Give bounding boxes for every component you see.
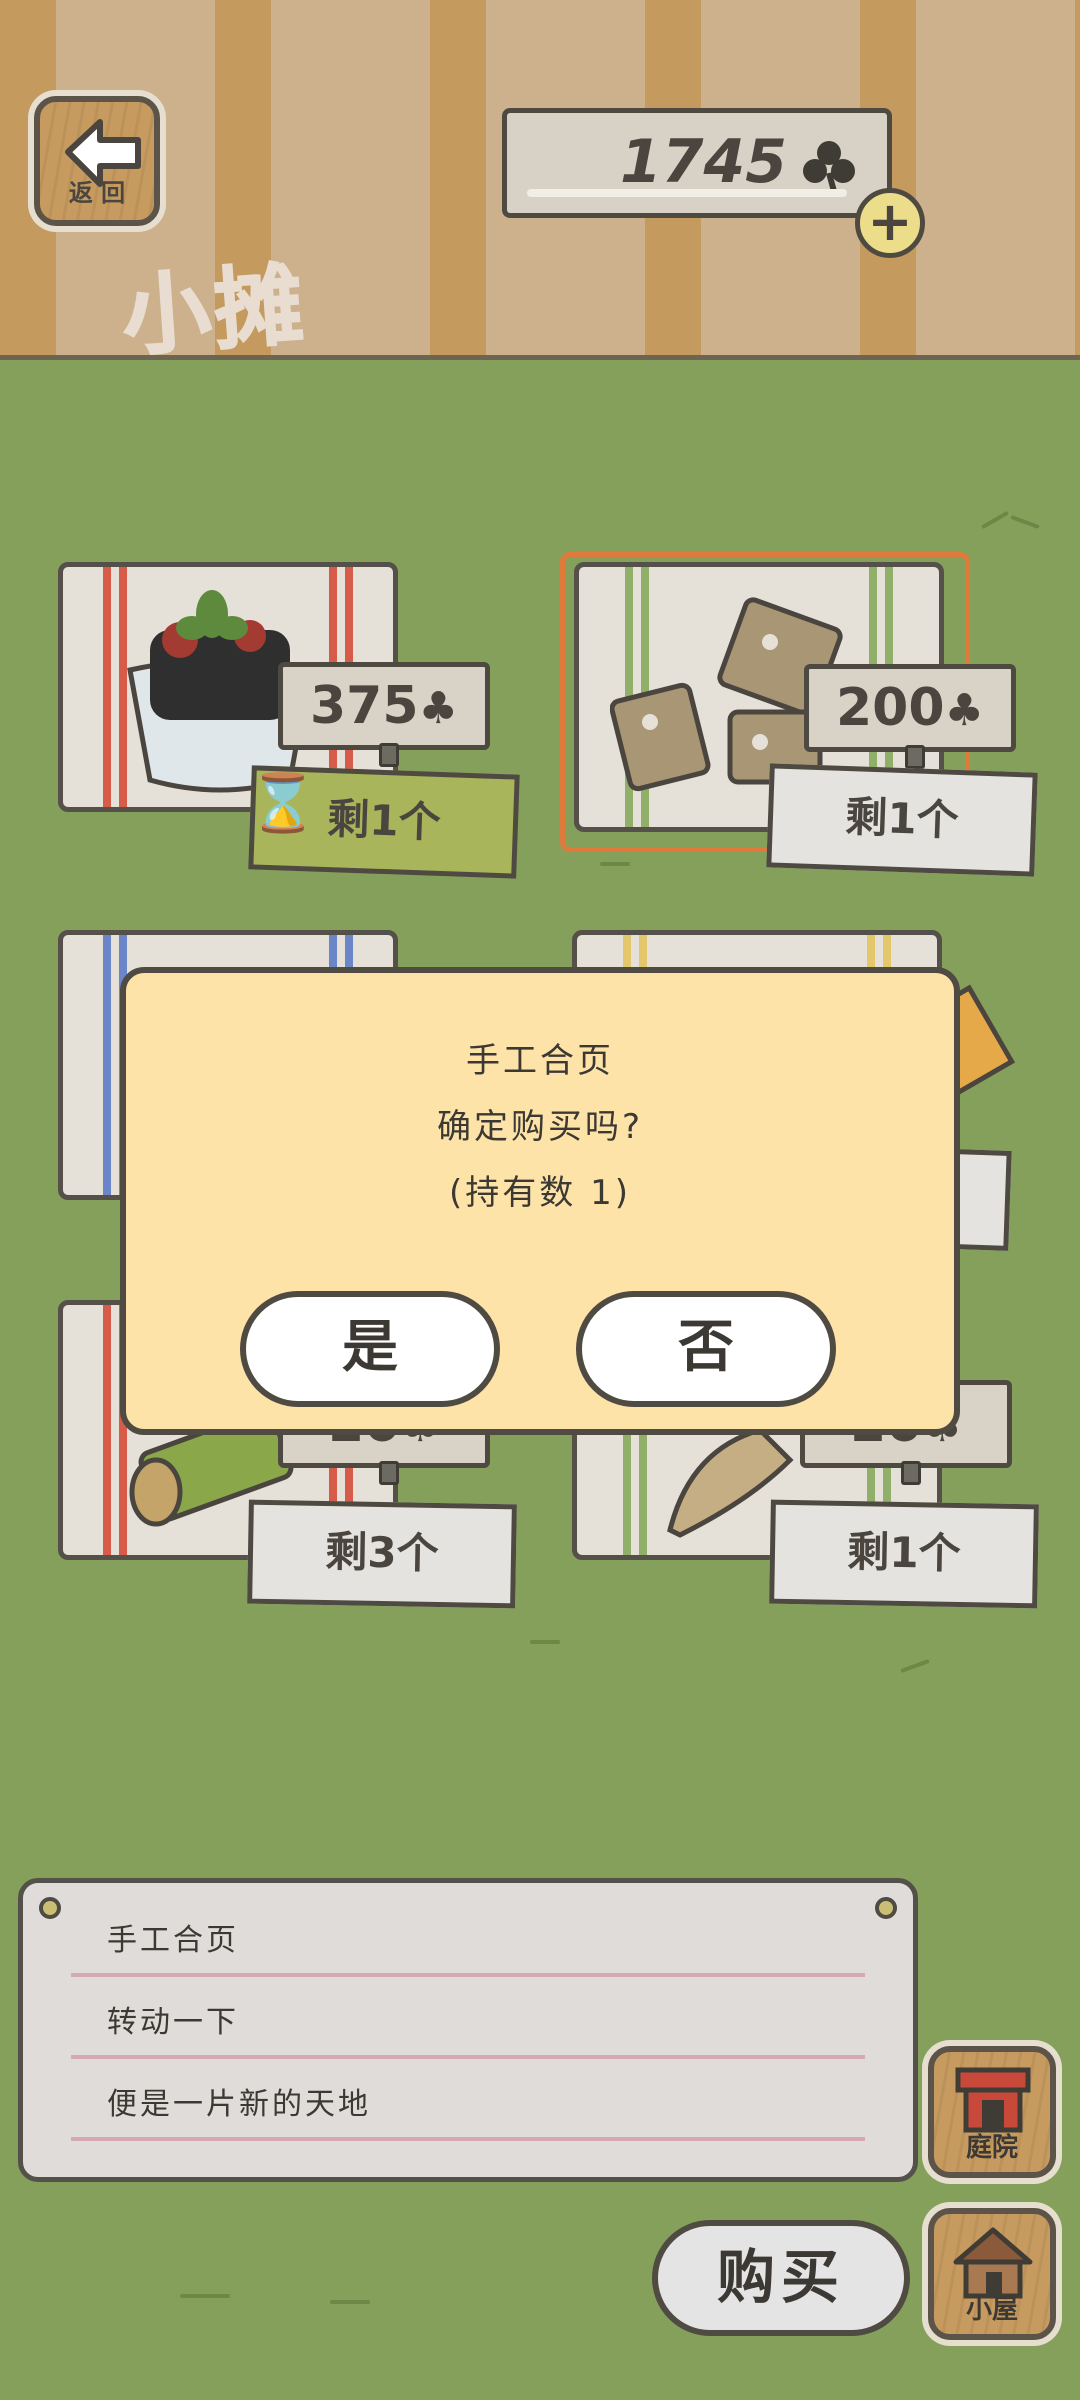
nav-yard-label: 庭院 (965, 2133, 1018, 2163)
item-stock: 剩1个 (844, 792, 960, 845)
item-price-tag: 200♣ (804, 664, 1016, 769)
item-stock-tag: 剩3个 (247, 1499, 517, 1609)
dialog-owned-count: (持有数 1) (449, 1173, 631, 1213)
dialog-item-name: 手工合页 (466, 1041, 614, 1081)
item-price: 375 (310, 676, 419, 736)
item-description-panel: 手工合页 转动一下 便是一片新的天地 (18, 1878, 918, 2182)
item-stock: 剩3个 (324, 1527, 440, 1578)
confirm-no-button[interactable]: 否 (576, 1291, 836, 1407)
description-line: 便是一片新的天地 (71, 2059, 865, 2141)
coin-balance-box: 1745 (502, 108, 892, 218)
dialog-question: 确定购买吗? (436, 1107, 644, 1147)
description-line: 转动一下 (71, 1977, 865, 2059)
shop-item-card[interactable]: 375♣ 剩1个 ⌛ (40, 550, 520, 879)
purchase-confirm-dialog: 手工合页 确定购买吗? (持有数 1) 是 否 (120, 967, 960, 1435)
item-stock-tag: 剩1个 (766, 763, 1038, 877)
hourglass-icon: ⌛ (248, 771, 318, 836)
add-coins-button[interactable]: + (855, 188, 925, 258)
nav-house-button[interactable]: 小屋 (928, 2208, 1056, 2340)
item-stock: 剩1个 (326, 794, 442, 847)
description-item-name: 手工合页 (71, 1895, 865, 1977)
page-title: 小摊 (118, 252, 311, 370)
nav-yard-button[interactable]: 庭院 (928, 2046, 1056, 2178)
item-stock: 剩1个 (846, 1527, 962, 1578)
item-price: 200 (836, 678, 945, 738)
back-label: 返 回 (68, 179, 126, 207)
clover-icon: ♣ (418, 683, 458, 734)
shop-item-card-selected[interactable]: 200♣ 剩1个 (560, 552, 1038, 882)
coin-balance: 1745 (620, 127, 787, 197)
confirm-yes-button[interactable]: 是 (240, 1291, 500, 1407)
item-stock-tag: 剩1个 (769, 1499, 1039, 1609)
nav-house-label: 小屋 (965, 2295, 1018, 2325)
item-price-tag: 375♣ (278, 662, 490, 767)
back-button[interactable]: 返 回 (34, 96, 160, 226)
clover-icon: ♣ (944, 685, 984, 736)
buy-button[interactable]: 购买 (652, 2220, 910, 2336)
